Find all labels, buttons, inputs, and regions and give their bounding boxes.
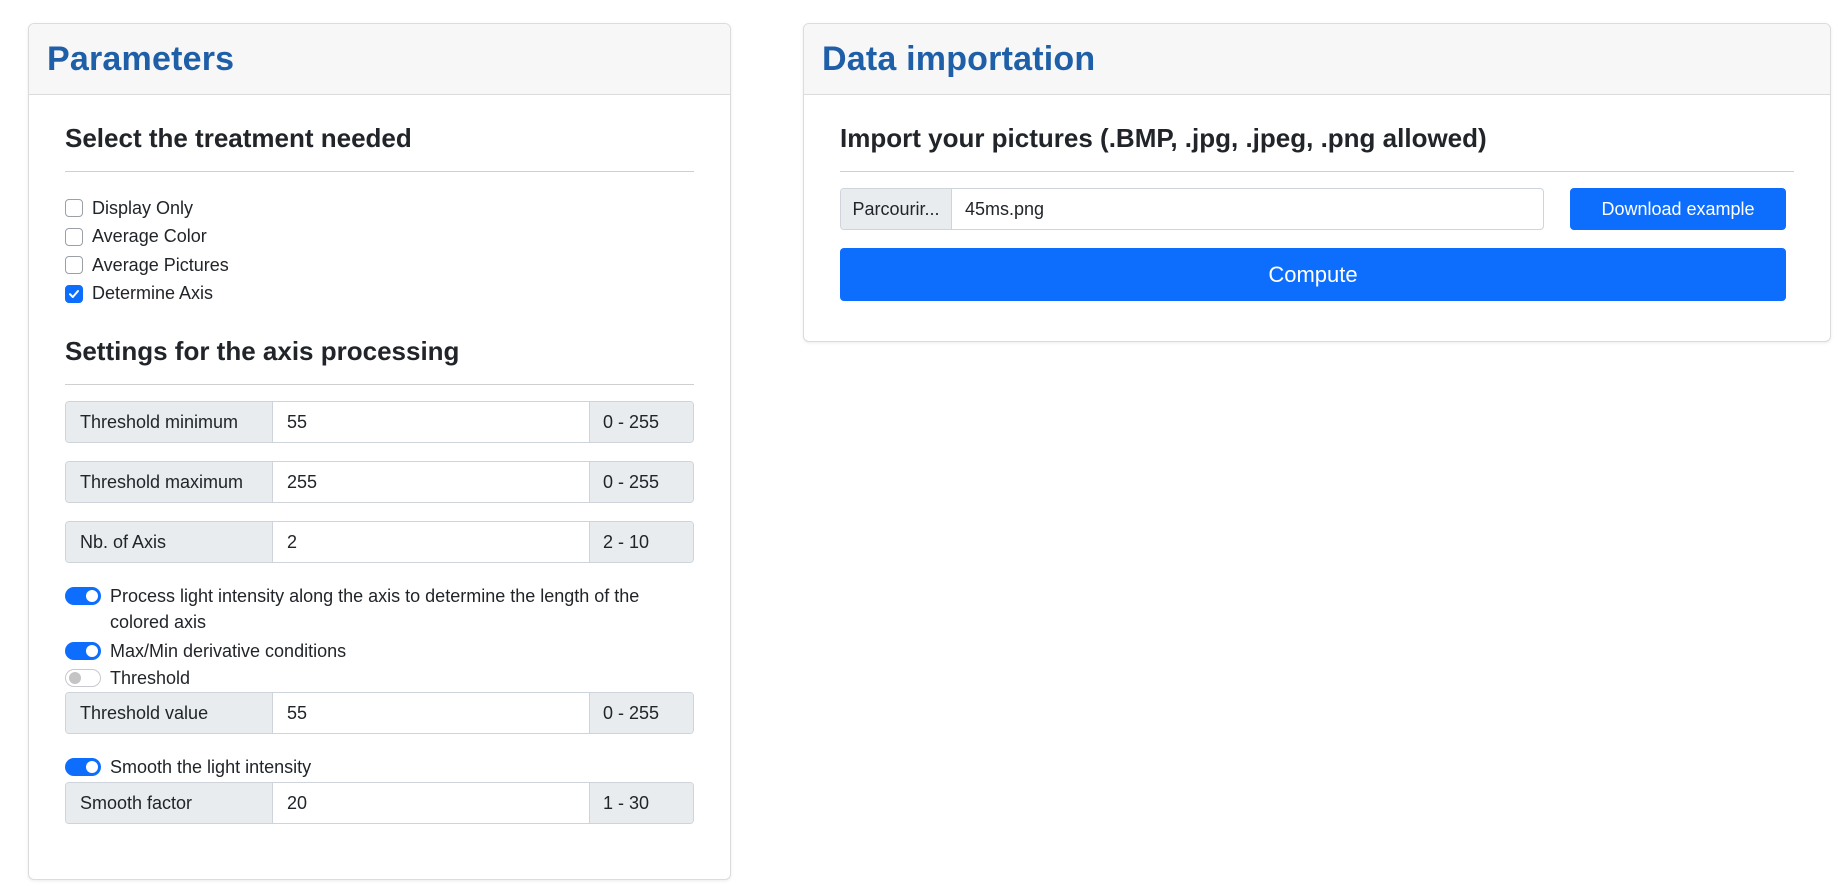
average-pictures-checkbox[interactable] — [65, 256, 83, 275]
check-icon — [69, 289, 79, 298]
smooth-switch[interactable] — [65, 758, 101, 776]
threshold-toggle-label: Threshold — [110, 668, 191, 688]
parameters-header: Parameters — [29, 24, 730, 95]
average-color-checkbox[interactable] — [65, 227, 83, 246]
axis-settings-heading: Settings for the axis processing — [65, 336, 694, 385]
display-only-label: Display Only — [92, 197, 194, 218]
toggle-light-intensity-row: Process light intensity along the axis t… — [65, 583, 694, 635]
file-name-display: 45ms.png — [965, 198, 1045, 219]
parameters-card: Parameters Select the treatment needed D… — [28, 23, 731, 880]
threshold-max-range: 0 - 255 — [589, 462, 693, 502]
threshold-value-range: 0 - 255 — [589, 693, 693, 733]
determine-axis-checkbox[interactable] — [65, 284, 83, 303]
import-heading: Import your pictures (.BMP, .jpg, .jpeg,… — [840, 123, 1794, 172]
determine-axis-label: Determine Axis — [92, 283, 214, 304]
threshold-value-label: Threshold value — [66, 693, 273, 733]
smooth-toggle-label: Smooth the light intensity — [110, 757, 312, 777]
smooth-factor-range: 1 - 30 — [589, 783, 693, 823]
nb-axis-range: 2 - 10 — [589, 522, 693, 562]
threshold-max-label: Threshold maximum — [66, 462, 273, 502]
browse-button[interactable]: Parcourir... — [841, 189, 952, 229]
import-body: Import your pictures (.BMP, .jpg, .jpeg,… — [804, 95, 1830, 301]
treatment-heading: Select the treatment needed — [65, 123, 694, 172]
threshold-max-input[interactable]: 255 — [273, 462, 589, 502]
threshold-max-group: Threshold maximum 255 0 - 255 — [65, 461, 694, 503]
average-color-label: Average Color — [92, 226, 207, 247]
threshold-min-label: Threshold minimum — [66, 402, 273, 442]
nb-axis-group: Nb. of Axis 2 2 - 10 — [65, 521, 694, 563]
smooth-factor-label: Smooth factor — [66, 783, 273, 823]
derivative-label: Max/Min derivative conditions — [110, 641, 347, 661]
nb-axis-input[interactable]: 2 — [273, 522, 589, 562]
smooth-factor-group: Smooth factor 20 1 - 30 — [65, 782, 694, 824]
import-title: Data importation — [822, 39, 1096, 78]
file-input[interactable]: Parcourir... 45ms.png — [840, 188, 1544, 230]
threshold-value-input[interactable]: 55 — [273, 693, 589, 733]
derivative-switch[interactable] — [65, 642, 101, 660]
toggle-smooth-row: Smooth the light intensity — [65, 754, 694, 780]
import-card: Data importation Import your pictures (.… — [803, 23, 1831, 342]
page: Parameters Select the treatment needed D… — [0, 0, 1838, 896]
download-example-button[interactable]: Download example — [1570, 188, 1786, 230]
option-average-pictures[interactable]: Average Pictures — [65, 251, 694, 280]
threshold-min-range: 0 - 255 — [589, 402, 693, 442]
option-display-only[interactable]: Display Only — [65, 194, 694, 223]
parameters-title: Parameters — [47, 39, 235, 78]
threshold-switch[interactable] — [65, 669, 101, 687]
average-pictures-label: Average Pictures — [92, 254, 229, 275]
treatment-options: Display Only Average Color Average Pictu… — [65, 194, 694, 308]
import-header: Data importation — [804, 24, 1830, 95]
option-average-color[interactable]: Average Color — [65, 223, 694, 252]
toggle-threshold-row: Threshold — [65, 665, 694, 691]
smooth-factor-input[interactable]: 20 — [273, 783, 589, 823]
display-only-checkbox[interactable] — [65, 199, 83, 218]
option-determine-axis[interactable]: Determine Axis — [65, 280, 694, 309]
threshold-min-group: Threshold minimum 55 0 - 255 — [65, 401, 694, 443]
light-intensity-switch[interactable] — [65, 587, 101, 605]
threshold-min-input[interactable]: 55 — [273, 402, 589, 442]
file-row: Parcourir... 45ms.png Download example — [840, 188, 1794, 230]
light-intensity-label: Process light intensity along the axis t… — [110, 586, 640, 632]
compute-button[interactable]: Compute — [840, 248, 1786, 301]
parameters-body: Select the treatment needed Display Only… — [29, 95, 730, 824]
nb-axis-label: Nb. of Axis — [66, 522, 273, 562]
toggle-derivative-row: Max/Min derivative conditions — [65, 638, 694, 664]
threshold-value-group: Threshold value 55 0 - 255 — [65, 692, 694, 734]
